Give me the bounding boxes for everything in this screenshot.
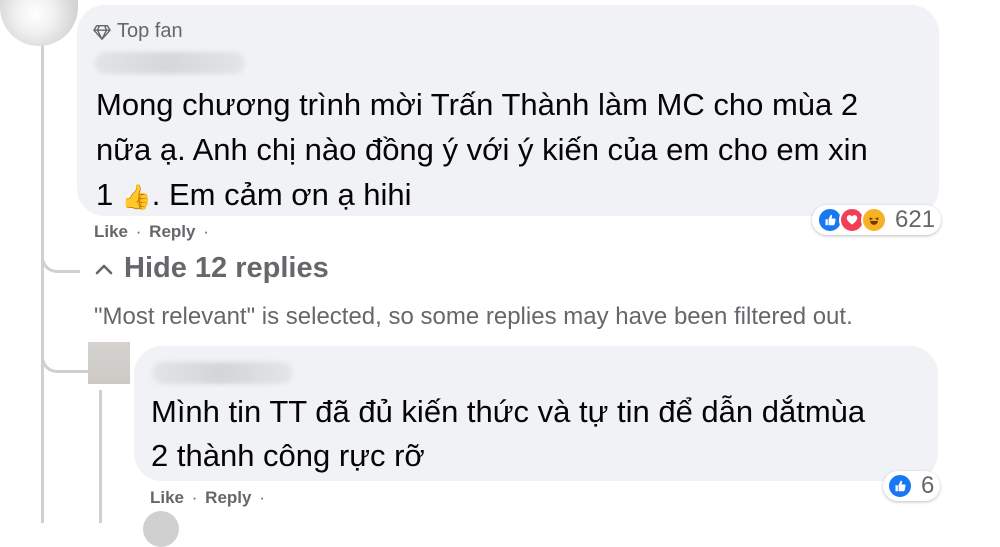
hide-replies-button[interactable]: Hide 12 replies (94, 252, 329, 285)
reply-text-line: Mình tin TT đã đủ kiến thức và tự tin để… (151, 394, 866, 429)
diamond-icon (93, 24, 111, 40)
filter-notice: "Most relevant" is selected, so some rep… (94, 303, 853, 330)
comment-actions: Like · Reply · (94, 222, 212, 242)
reply-thread-line (99, 390, 102, 523)
comment-text-part: . Em cảm ơn ạ hihi (151, 177, 412, 212)
next-avatar[interactable] (143, 511, 179, 547)
reply-text-line: 2 thành công rực rỡ (151, 438, 425, 473)
separator: · (203, 222, 209, 241)
reply-reply-button[interactable]: Reply (205, 488, 251, 507)
reply-button[interactable]: Reply (149, 222, 195, 241)
top-fan-badge: Top fan (93, 20, 183, 43)
chevron-up-icon (95, 264, 113, 274)
thread-line (41, 40, 44, 523)
reaction-count: 621 (895, 206, 936, 233)
commenter-name[interactable] (95, 52, 245, 74)
comment-text-line: nữa ạ. Anh chị nào đồng ý với ý kiến của… (96, 132, 868, 167)
thumbs-up-emoji-icon: 👍 (121, 184, 152, 211)
replier-name[interactable] (152, 362, 292, 384)
separator: · (191, 488, 198, 507)
reply-reaction-summary[interactable]: 6 (883, 471, 941, 501)
commenter-avatar[interactable] (0, 0, 78, 46)
haha-icon (861, 207, 887, 233)
reply-actions: Like · Reply · (150, 488, 268, 508)
badge-label: Top fan (117, 20, 183, 42)
separator: · (135, 222, 142, 241)
like-icon (887, 473, 913, 499)
reply-like-button[interactable]: Like (150, 488, 184, 507)
comment-text: Mong chương trình mời Trấn Thành làm MC … (96, 82, 926, 220)
comment-text-line: 1 👍. Em cảm ơn ạ hihi (96, 172, 926, 220)
comment-text-part: 1 (96, 177, 122, 212)
hide-replies-label: Hide 12 replies (124, 252, 329, 284)
reaction-summary[interactable]: 621 (812, 205, 942, 235)
thread-connector (41, 230, 80, 273)
replier-avatar[interactable] (88, 342, 130, 384)
reply-reaction-count: 6 (921, 472, 935, 499)
comment-text-line: Mong chương trình mời Trấn Thành làm MC … (96, 87, 859, 122)
reply-text: Mình tin TT đã đủ kiến thức và tự tin để… (151, 390, 911, 478)
thread-connector-reply (41, 330, 88, 373)
like-button[interactable]: Like (94, 222, 128, 241)
separator: · (259, 488, 265, 507)
